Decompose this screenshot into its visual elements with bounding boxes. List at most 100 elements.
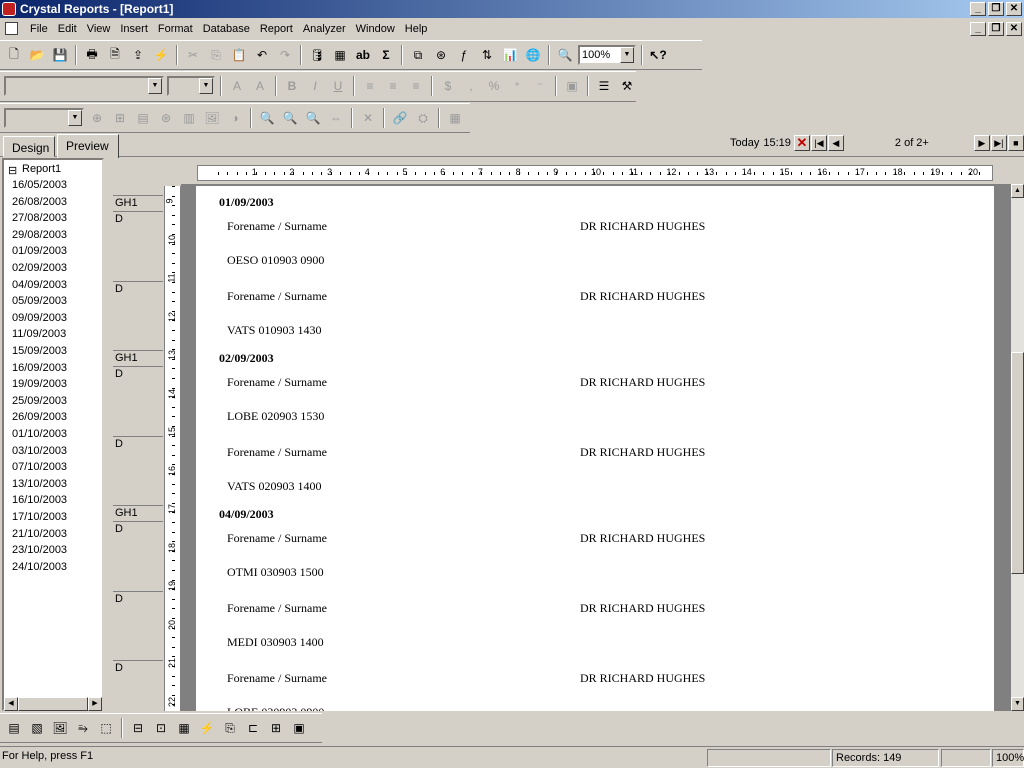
tree-item[interactable]: 19/09/2003 [12,378,67,390]
insert-map-icon[interactable]: ⊞ [266,718,286,738]
doc-restore-button[interactable]: ❐ [988,22,1004,36]
undo-icon[interactable]: ↶ [252,45,272,65]
tree-item[interactable]: 16/09/2003 [12,362,67,374]
database-expert-icon[interactable]: 🛢 [307,45,327,65]
tree-item[interactable]: 15/09/2003 [12,345,67,357]
tree-item[interactable]: 16/05/2003 [12,179,67,191]
doc-close-button[interactable]: ✕ [1006,22,1022,36]
insert-box-icon[interactable]: ⊏ [243,718,263,738]
menu-file[interactable]: File [25,19,53,39]
font-name-combo[interactable]: ▼ [4,76,164,96]
tools-icon[interactable]: ⚒ [617,76,637,96]
insert-special-field-icon[interactable]: ⥱ [73,718,93,738]
formula-icon[interactable]: ƒ [454,45,474,65]
help-pointer-icon[interactable]: ↖? [648,45,668,65]
insert-olap-icon[interactable]: ▤ [133,108,153,128]
decrease-font-icon[interactable]: A [250,76,270,96]
insert-crosstab-icon[interactable]: ⊞ [110,108,130,128]
section-label-group-header[interactable]: GH1 [115,197,161,209]
doc-minimize-button[interactable]: _ [970,22,986,36]
menu-view[interactable]: View [82,19,116,39]
stop-loading-icon[interactable]: ■ [1007,135,1024,151]
tree-horizontal-scrollbar[interactable]: ◀ ▶ [4,697,102,711]
underline-icon[interactable]: U [328,76,348,96]
align-right-icon[interactable]: ≡ [406,76,426,96]
decrease-decimal-icon[interactable]: ⁻ [530,76,550,96]
menu-window[interactable]: Window [351,19,400,39]
tree-item[interactable]: 17/10/2003 [12,511,67,523]
save-icon[interactable]: 💾 [50,45,70,65]
tree-item[interactable]: 11/09/2003 [12,328,66,340]
currency-icon[interactable]: $ [438,76,458,96]
align-center-icon[interactable]: ≡ [383,76,403,96]
first-page-icon[interactable]: |◀ [810,135,827,151]
tree-item[interactable]: 16/10/2003 [12,494,67,506]
menu-analyzer[interactable]: Analyzer [298,19,351,39]
insert-line-icon[interactable]: ▥ [179,108,199,128]
text-object-icon[interactable]: ab [353,45,373,65]
zoom-fit-icon[interactable]: 🔍 [303,108,323,128]
chart-icon[interactable]: 📊 [500,45,520,65]
scroll-up-icon[interactable]: ▲ [1011,184,1024,198]
tab-preview[interactable]: Preview [57,134,119,158]
cut-icon[interactable]: ✂ [183,45,203,65]
tree-item[interactable]: 25/09/2003 [12,395,67,407]
minimize-button[interactable]: _ [970,2,986,16]
map-icon[interactable]: 🌐 [523,45,543,65]
tree-item[interactable]: 26/08/2003 [12,196,67,208]
menu-database[interactable]: Database [198,19,255,39]
section-label-details[interactable]: D [115,283,161,295]
menu-report[interactable]: Report [255,19,298,39]
scroll-thumb[interactable] [1011,352,1024,574]
section-label-group-header[interactable]: GH1 [115,507,161,519]
insert-chart-icon[interactable]: ◑ [225,108,245,128]
scroll-down-icon[interactable]: ▼ [1011,697,1024,711]
fit-width-icon[interactable]: ⇔ [326,108,346,128]
chevron-down-icon[interactable]: ▼ [620,47,634,63]
close-button[interactable]: ✕ [1006,2,1022,16]
section-label-details[interactable]: D [115,213,161,225]
border-icon[interactable]: ▣ [562,76,582,96]
insert-group-icon[interactable]: ⊟ [128,718,148,738]
insert-ole-object-icon[interactable]: ⬚ [96,718,116,738]
zoom-out-icon[interactable]: 🔍 [280,108,300,128]
insert-subreport-object-icon[interactable]: ▣ [289,718,309,738]
tree-item[interactable]: 07/10/2003 [12,461,67,473]
stop-icon[interactable]: ✕ [793,135,810,151]
chevron-down-icon[interactable]: ▼ [68,110,82,126]
document-icon[interactable] [5,22,18,35]
tree-item[interactable]: 01/09/2003 [12,245,67,257]
next-page-icon[interactable]: ▶ [973,135,990,151]
tab-design[interactable]: Design [3,136,55,157]
tree-item[interactable]: 04/09/2003 [12,279,67,291]
tree-item[interactable]: 29/08/2003 [12,229,67,241]
refresh-icon[interactable]: ⚡ [151,45,171,65]
bold-icon[interactable]: B [282,76,302,96]
insert-chart-object-icon[interactable]: ⚡ [197,718,217,738]
chevron-down-icon[interactable]: ▼ [199,78,213,94]
zoom-combo[interactable]: 100% ▼ [578,45,636,65]
increase-decimal-icon[interactable]: ⁺ [507,76,527,96]
tree-item[interactable]: 01/10/2003 [12,428,67,440]
section-label-details[interactable]: D [115,523,161,535]
copy-icon[interactable]: ⎘ [206,45,226,65]
tree-item[interactable]: 24/10/2003 [12,561,67,573]
group-icon[interactable]: ⧉ [408,45,428,65]
font-size-combo[interactable]: ▼ [167,76,215,96]
new-icon[interactable]: 🗋 [4,45,24,65]
menu-edit[interactable]: Edit [53,19,82,39]
open-icon[interactable]: 📂 [27,45,47,65]
insert-picture-object-icon[interactable]: 🖼 [50,718,70,738]
scroll-right-icon[interactable]: ▶ [88,697,102,711]
section-label-details[interactable]: D [115,593,161,605]
select-expert-icon[interactable]: ⊛ [431,45,451,65]
section-label-group-header[interactable]: GH1 [115,352,161,364]
align-left-icon[interactable]: ≡ [360,76,380,96]
section-label-details[interactable]: D [115,438,161,450]
prev-page-icon[interactable]: ◀ [827,135,844,151]
style-combo[interactable]: ▼ [4,108,84,128]
tree-item[interactable]: 09/09/2003 [12,312,67,324]
tree-root[interactable]: Report1 [22,163,61,175]
lock-format-icon[interactable]: ⛭ [413,108,433,128]
tree-item[interactable]: 27/08/2003 [12,212,67,224]
